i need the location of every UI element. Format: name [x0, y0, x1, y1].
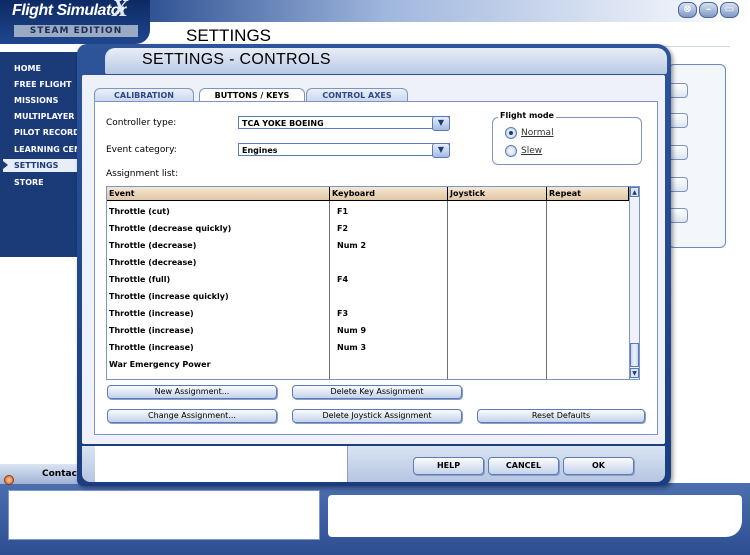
table-row[interactable]: Throttle (increase) F3 [107, 306, 629, 323]
title-bar-fade [140, 0, 750, 22]
status-panel [328, 495, 742, 537]
sidebar-item-settings[interactable]: SETTINGS [14, 161, 80, 170]
table-row[interactable]: Throttle (increase) Num 3 [107, 340, 629, 357]
radio-normal[interactable] [505, 127, 517, 139]
cell-event: Throttle (decrease quickly) [109, 224, 232, 233]
assignment-list-label: Assignment list: [106, 169, 179, 179]
cell-event: Throttle (decrease) [109, 241, 197, 250]
maximize-icon[interactable]: ▭ [720, 2, 739, 18]
assignment-table[interactable]: Event Keyboard Joystick Repeat Throttle … [106, 186, 640, 380]
status-dot-icon [4, 475, 14, 485]
cell-keyboard: F1 [337, 207, 349, 216]
controller-type-value: TCA YOKE BOEING [242, 119, 324, 128]
table-row[interactable]: Throttle (full) F4 [107, 272, 629, 289]
cell-keyboard: F4 [337, 275, 349, 284]
chat-panel [8, 490, 320, 540]
column-header-joystick[interactable]: Joystick [448, 187, 547, 201]
dialog-footer-panel [95, 446, 348, 482]
cell-event: Throttle (cut) [109, 207, 170, 216]
cell-keyboard: Num 9 [337, 326, 367, 335]
options-icon[interactable]: ⊗ [678, 2, 697, 18]
sidebar-item-home[interactable]: HOME [14, 64, 80, 73]
scroll-thumb[interactable] [630, 343, 639, 367]
delete-joystick-assignment-button[interactable]: Delete Joystick Assignment [292, 409, 462, 423]
flight-mode-group [492, 117, 642, 165]
cell-event: Throttle (increase) [109, 309, 194, 318]
column-header-event[interactable]: Event [107, 187, 330, 201]
ok-button[interactable]: OK [563, 457, 634, 475]
table-row[interactable]: War Emergency Power [107, 357, 629, 374]
help-button[interactable]: HELP [413, 457, 484, 475]
sidebar-item-learning-center[interactable]: LEARNING CENTER [14, 145, 80, 154]
radio-normal-label[interactable]: Normal [521, 128, 554, 138]
cell-event: Throttle (increase) [109, 326, 194, 335]
sidebar-item-free-flight[interactable]: FREE FLIGHT [14, 80, 80, 89]
sidebar-item-missions[interactable]: MISSIONS [14, 96, 80, 105]
new-assignment-button[interactable]: New Assignment... [107, 385, 277, 399]
event-category-value: Engines [242, 146, 278, 155]
cell-event: War Emergency Power [109, 360, 211, 369]
table-row[interactable]: Throttle (decrease) [107, 255, 629, 272]
table-row[interactable]: Throttle (increase) Num 9 [107, 323, 629, 340]
logo-title: Flight Simulator [12, 2, 126, 19]
chevron-down-icon[interactable]: ▼ [432, 143, 450, 158]
sidebar-item-store[interactable]: STORE [14, 178, 80, 187]
cell-keyboard: F3 [337, 309, 349, 318]
sidebar-arrow-icon [3, 161, 8, 169]
tab-calibration[interactable]: CALIBRATION [94, 88, 194, 102]
radio-slew[interactable] [505, 145, 517, 157]
scroll-up-icon[interactable]: ▲ [630, 187, 639, 197]
minimize-icon[interactable]: – [699, 2, 718, 18]
sidebar-item-pilot-records[interactable]: PILOT RECORDS [14, 128, 80, 137]
page-title: SETTINGS [186, 26, 272, 45]
cell-keyboard: F2 [337, 224, 349, 233]
radio-slew-label[interactable]: Slew [521, 146, 542, 156]
cell-event: Throttle (decrease) [109, 258, 197, 267]
cell-keyboard: Num 3 [337, 343, 367, 352]
reset-defaults-button[interactable]: Reset Defaults [477, 409, 645, 423]
event-category-label: Event category: [106, 145, 177, 155]
flight-mode-title: Flight mode [498, 111, 556, 120]
sidebar-item-multiplayer[interactable]: MULTIPLAYER [14, 112, 80, 121]
cell-event: Throttle (full) [109, 275, 171, 284]
cancel-button[interactable]: CANCEL [488, 457, 559, 475]
delete-key-assignment-button[interactable]: Delete Key Assignment [292, 385, 462, 399]
dialog-title: SETTINGS - CONTROLS [142, 51, 331, 68]
controller-type-label: Controller type: [106, 118, 177, 128]
logo-subtitle: STEAM EDITION [14, 25, 138, 37]
event-category-select[interactable]: Engines ▼ [238, 143, 450, 158]
window-controls: ⊗ – ▭ [676, 2, 739, 18]
controller-type-select[interactable]: TCA YOKE BOEING ▼ [238, 116, 450, 131]
cell-event: Throttle (increase quickly) [109, 292, 229, 301]
table-row[interactable]: Throttle (decrease quickly) F2 [107, 221, 629, 238]
column-header-repeat[interactable]: Repeat [547, 187, 629, 201]
chevron-down-icon[interactable]: ▼ [432, 116, 450, 131]
column-header-keyboard[interactable]: Keyboard [330, 187, 448, 201]
tab-control-axes[interactable]: CONTROL AXES [306, 88, 408, 102]
table-row[interactable]: Throttle (decrease) Num 2 [107, 238, 629, 255]
cell-event: Throttle (increase) [109, 343, 194, 352]
change-assignment-button[interactable]: Change Assignment... [107, 409, 277, 423]
cell-keyboard: Num 2 [337, 241, 367, 250]
logo-x-mark: X [112, 0, 129, 22]
scroll-down-icon[interactable]: ▼ [630, 368, 639, 378]
table-scrollbar[interactable]: ▲ ▼ [629, 187, 639, 379]
table-row[interactable]: Throttle (increase quickly) [107, 289, 629, 306]
table-row[interactable]: Throttle (cut) F1 [107, 204, 629, 221]
